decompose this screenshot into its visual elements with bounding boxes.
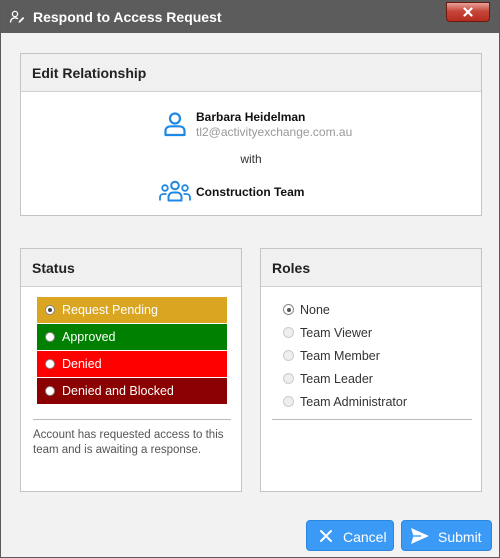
status-option-denied-and-blocked[interactable]: Denied and Blocked — [37, 378, 227, 405]
status-option-denied[interactable]: Denied — [37, 351, 227, 378]
role-radio[interactable] — [283, 396, 294, 407]
panel-title: Status — [32, 260, 75, 276]
status-radio[interactable] — [45, 332, 55, 342]
user-name: Barbara Heidelman — [196, 110, 306, 124]
submit-button[interactable]: Submit — [401, 520, 492, 551]
role-option-label: None — [300, 303, 330, 317]
send-icon — [411, 528, 429, 544]
dialog-window: Respond to Access Request Edit Relations… — [0, 0, 500, 558]
role-radio[interactable] — [283, 373, 294, 384]
panel-title: Roles — [272, 260, 311, 276]
divider — [33, 419, 231, 420]
role-option-label: Team Viewer — [300, 326, 373, 340]
status-option-label: Approved — [62, 330, 116, 344]
status-option-request-pending[interactable]: Request Pending — [37, 297, 227, 324]
close-icon — [463, 7, 473, 17]
team-name: Construction Team — [196, 185, 305, 199]
status-radio[interactable] — [45, 386, 55, 396]
status-option-label: Request Pending — [62, 303, 158, 317]
status-description: Account has requested access to this tea… — [33, 429, 224, 456]
panel-header: Edit Relationship — [21, 54, 481, 92]
status-option-label: Denied — [62, 357, 102, 371]
role-option-label: Team Member — [300, 349, 380, 363]
role-radio[interactable] — [283, 327, 294, 338]
title-bar[interactable]: Respond to Access Request — [1, 1, 499, 33]
role-radio[interactable] — [283, 350, 294, 361]
user-icon — [164, 112, 186, 137]
panel-header: Roles — [261, 249, 481, 287]
cancel-label: Cancel — [343, 529, 387, 545]
divider — [272, 419, 472, 420]
role-option-label: Team Leader — [300, 372, 373, 386]
close-icon — [320, 530, 332, 542]
status-radio[interactable] — [45, 359, 55, 369]
role-radio[interactable] — [283, 304, 294, 315]
edit-user-icon — [9, 10, 25, 23]
user-email: tl2@activityexchange.com.au — [196, 125, 353, 139]
panel-header: Status — [21, 249, 241, 287]
team-icon — [159, 180, 191, 202]
status-option-approved[interactable]: Approved — [37, 324, 227, 351]
status-options: Request Pending Approved Denied Denied a… — [37, 297, 227, 405]
status-option-label: Denied and Blocked — [62, 384, 174, 398]
status-radio[interactable] — [45, 305, 55, 315]
roles-panel: Roles None Team Viewer Team Member Team … — [260, 248, 482, 492]
status-panel: Status Request Pending Approved Denied D… — [20, 248, 242, 492]
cancel-button[interactable]: Cancel — [306, 520, 394, 551]
window-title: Respond to Access Request — [33, 9, 222, 25]
with-label: with — [240, 152, 262, 166]
role-option-label: Team Administrator — [300, 395, 407, 409]
edit-relationship-panel: Edit Relationship Barbara Heidelman tl2@… — [20, 53, 482, 216]
submit-label: Submit — [438, 529, 482, 545]
close-button[interactable] — [446, 2, 490, 22]
panel-title: Edit Relationship — [32, 65, 147, 81]
